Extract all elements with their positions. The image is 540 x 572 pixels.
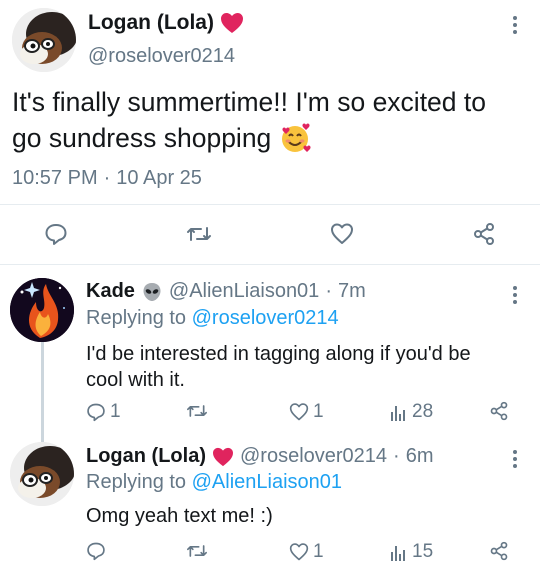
like-count: 1	[313, 541, 324, 562]
retweet-button[interactable]	[186, 541, 212, 561]
handle[interactable]: @AlienLiaison01	[169, 280, 319, 303]
reply-icon	[86, 402, 106, 422]
views-button[interactable]: 15	[390, 541, 433, 563]
separator-dot: ·	[393, 445, 400, 467]
like-icon	[289, 402, 309, 422]
time-ago[interactable]: 6m	[406, 445, 434, 468]
reply-count: 1	[110, 401, 121, 422]
tweet-text-line: It's finally summertime!! I'm so excited…	[12, 87, 486, 117]
display-name[interactable]: Kade	[86, 280, 135, 303]
reply-text-line: I'd be interested in tagging along if yo…	[86, 343, 471, 365]
more-options-icon[interactable]	[508, 450, 522, 468]
view-count: 28	[412, 401, 434, 422]
share-icon[interactable]	[489, 541, 509, 561]
handle[interactable]: @roselover0214	[88, 45, 235, 68]
replying-to-link[interactable]: @AlienLiaison01	[192, 471, 342, 493]
views-button[interactable]: 28	[390, 401, 433, 423]
like-button[interactable]: 1	[289, 541, 324, 563]
handle[interactable]: @roselover0214	[240, 445, 387, 468]
time-ago[interactable]: 7m	[338, 280, 366, 303]
share-icon[interactable]	[489, 401, 509, 421]
fire-avatar-image	[10, 278, 74, 342]
heart-emoji-icon	[212, 447, 234, 467]
thread-line	[41, 342, 44, 442]
like-button[interactable]: 1	[289, 401, 324, 423]
display-name[interactable]: Logan (Lola)	[88, 11, 214, 35]
reply-icon	[86, 541, 106, 561]
tweet-date[interactable]: 10 Apr 25	[116, 167, 202, 190]
alien-emoji-icon	[141, 281, 163, 303]
heart-emoji-icon	[220, 12, 244, 34]
retweet-button[interactable]	[186, 401, 212, 421]
retweet-icon	[186, 401, 208, 421]
retweet-icon	[186, 541, 208, 561]
separator-dot: ·	[103, 167, 111, 189]
divider	[0, 264, 540, 265]
like-count: 1	[313, 401, 324, 422]
views-icon	[390, 542, 408, 562]
divider	[0, 204, 540, 205]
like-icon	[289, 542, 309, 562]
retweet-icon[interactable]	[186, 222, 212, 246]
tweet-time[interactable]: 10:57 PM	[12, 167, 98, 190]
reply-text-line: cool with it.	[86, 369, 185, 391]
more-options-icon[interactable]	[508, 286, 522, 304]
view-count: 15	[412, 541, 434, 562]
smiling-face-with-hearts-emoji-icon	[279, 122, 311, 154]
replying-to-prefix: Replying to	[86, 307, 187, 329]
views-icon	[390, 402, 408, 422]
avatar[interactable]	[10, 442, 74, 506]
dog-avatar-image	[10, 442, 74, 506]
replying-to-prefix: Replying to	[86, 471, 187, 493]
reply-button[interactable]: 1	[86, 401, 121, 423]
reply-icon[interactable]	[44, 222, 68, 246]
display-name[interactable]: Logan (Lola)	[86, 445, 206, 468]
separator-dot: ·	[325, 280, 332, 302]
more-options-icon[interactable]	[508, 16, 522, 34]
avatar[interactable]	[12, 8, 76, 72]
reply-text-line: Omg yeah text me! :)	[86, 505, 273, 527]
replying-to-link[interactable]: @roselover0214	[192, 307, 339, 329]
avatar[interactable]	[10, 278, 74, 342]
dog-avatar-image	[12, 8, 76, 72]
tweet-text-line: go sundress shopping	[12, 123, 272, 153]
reply-button[interactable]	[86, 541, 110, 561]
like-icon[interactable]	[330, 222, 354, 246]
share-icon[interactable]	[472, 222, 496, 246]
